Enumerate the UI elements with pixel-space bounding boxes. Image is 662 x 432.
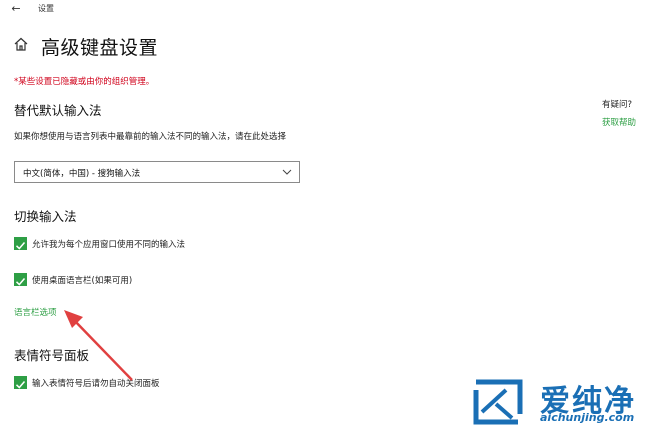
emoji-panel-checkbox[interactable] (14, 376, 27, 389)
language-bar-options-link[interactable]: 语言栏选项 (14, 306, 57, 318)
per-app-input-label: 允许我为每个应用窗口使用不同的输入法 (32, 240, 186, 250)
desktop-langbar-checkbox[interactable] (14, 273, 27, 286)
checkmark-icon (15, 242, 26, 250)
input-method-dropdown[interactable]: 中文(简体，中国) - 搜狗输入法 (14, 161, 300, 183)
watermark-logo-icon (473, 379, 523, 425)
watermark-url: aichunjing.com (540, 411, 635, 424)
back-arrow-icon[interactable]: ← (8, 1, 24, 17)
managed-notice: *某些设置已隐藏或由你的组织管理。 (14, 77, 155, 87)
chevron-down-icon (282, 169, 292, 175)
emoji-panel-label: 输入表情符号后请勿自动关闭面板 (32, 379, 160, 389)
checkmark-icon (15, 278, 26, 286)
switching-heading: 切换输入法 (14, 209, 77, 224)
annotation-arrow (64, 310, 133, 381)
page-title: 高级键盘设置 (41, 37, 159, 59)
checkmark-icon (15, 381, 26, 389)
home-icon[interactable] (13, 36, 29, 52)
override-heading: 替代默认输入法 (14, 103, 102, 118)
get-help-link[interactable]: 获取帮助 (602, 116, 636, 128)
desktop-langbar-label: 使用桌面语言栏(如果可用) (32, 276, 133, 286)
help-question: 有疑问? (602, 100, 633, 110)
dropdown-value: 中文(简体，中国) - 搜狗输入法 (23, 169, 141, 179)
window-title: 设置 (38, 4, 54, 13)
per-app-input-checkbox[interactable] (14, 237, 27, 250)
title-bar: ← 设置 (0, 0, 662, 20)
emoji-heading: 表情符号面板 (14, 348, 90, 363)
override-description: 如果你想使用与语言列表中最靠前的输入法不同的输入法，请在此处选择 (14, 132, 287, 142)
